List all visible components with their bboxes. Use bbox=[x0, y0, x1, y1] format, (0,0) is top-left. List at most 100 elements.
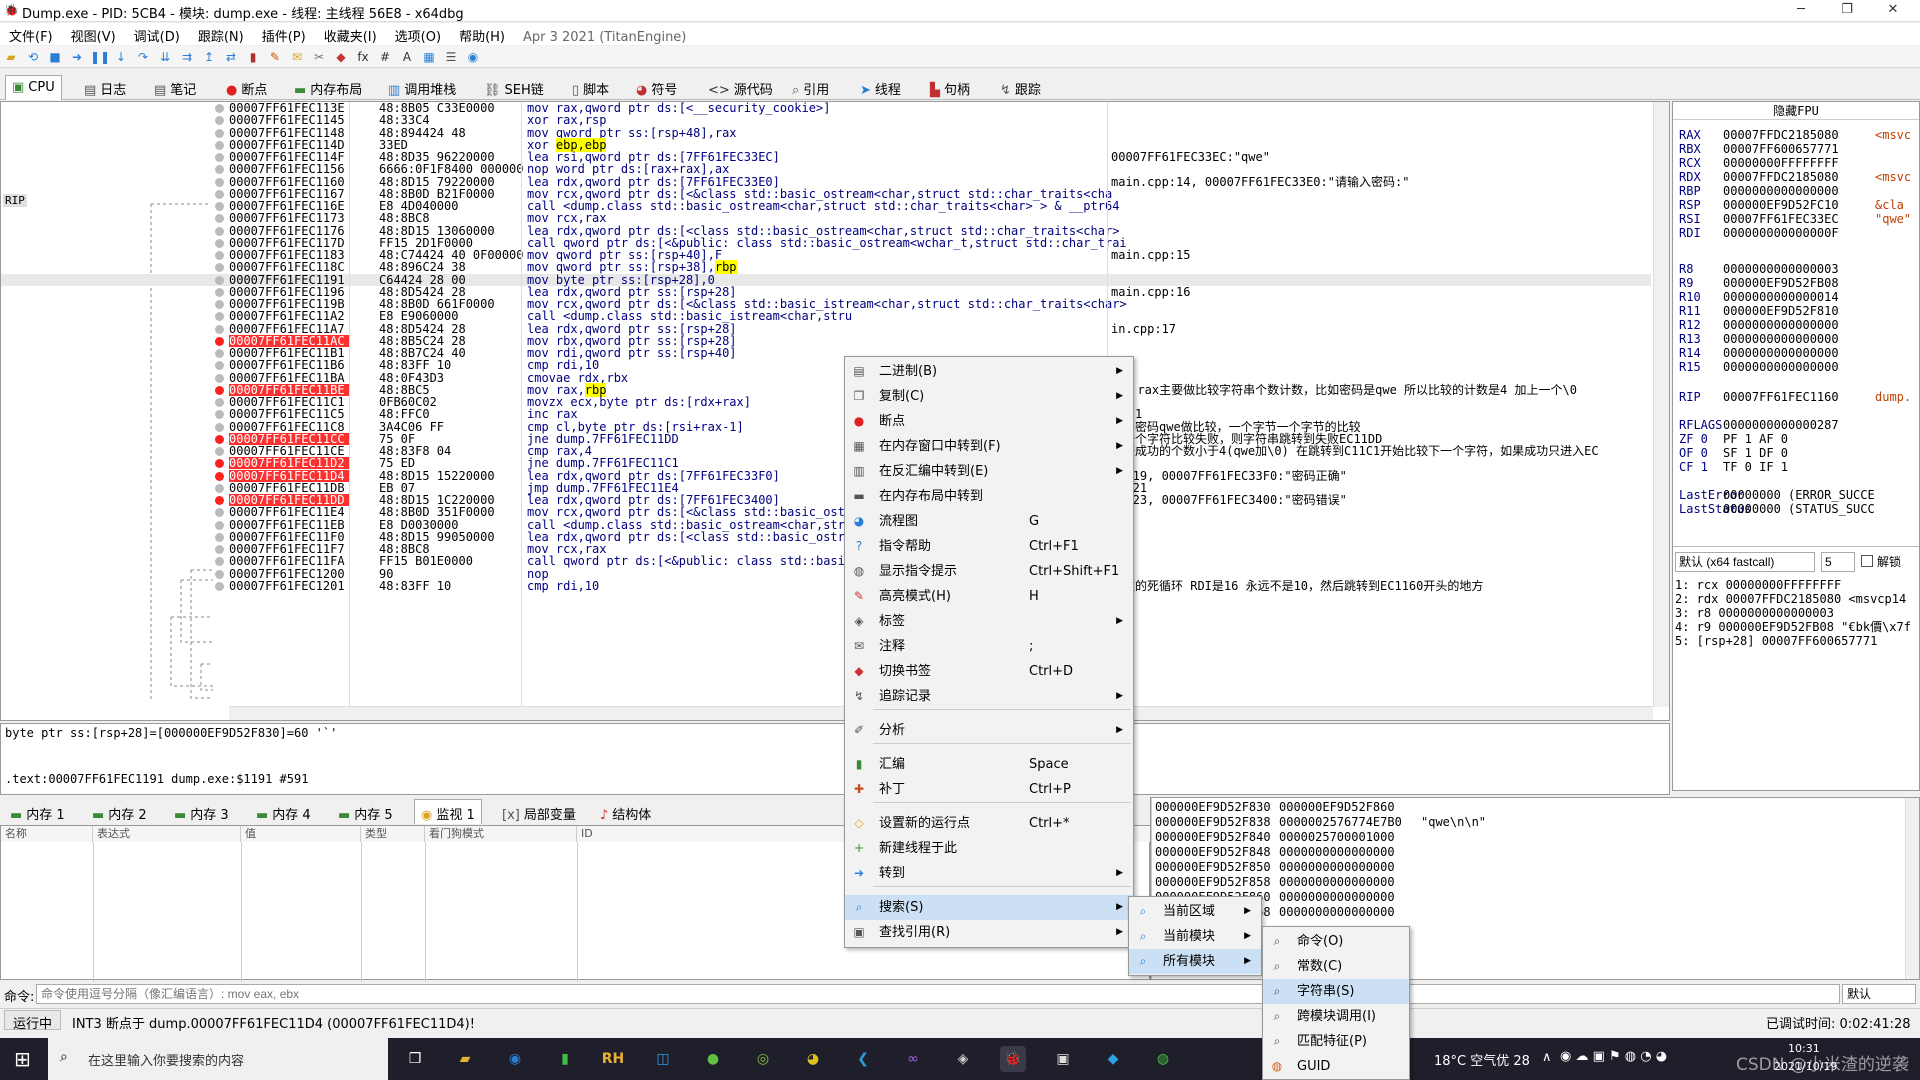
breakpoint-dot[interactable] bbox=[215, 435, 224, 444]
register-row[interactable]: LastStatus00000000 (STATUS_SUCC bbox=[1679, 502, 1875, 516]
stack-row[interactable]: 000000EF9D52F8680000000000000000 bbox=[1151, 905, 1920, 920]
arg-count-stepper[interactable]: 5 bbox=[1821, 552, 1855, 572]
register-row[interactable]: RSP000000EF9D52FC10&cla bbox=[1679, 198, 1839, 212]
register-row[interactable]: R100000000000000014 bbox=[1679, 290, 1839, 304]
search-target-item[interactable]: ⌕命令(O) bbox=[1263, 929, 1409, 954]
close-button[interactable]: ✕ bbox=[1870, 0, 1916, 22]
command-input[interactable] bbox=[36, 984, 1840, 1004]
context-item-highlight[interactable]: ✎高亮模式(H)H bbox=[845, 584, 1133, 609]
task-view-icon[interactable]: ❒ bbox=[402, 1046, 428, 1072]
disasm-row[interactable]: 00007FF61FEC11D275 EDjne dump.7FF61FEC11… bbox=[1, 457, 1651, 469]
search-target-item[interactable]: ⌕字符串(S) bbox=[1263, 979, 1409, 1004]
search-scope-item[interactable]: ⌕当前区域▶ bbox=[1129, 899, 1261, 924]
search-target-item[interactable]: ⌕匹配特征(P) bbox=[1263, 1029, 1409, 1054]
context-item-new-thread[interactable]: +新建线程于此 bbox=[845, 836, 1133, 861]
breakpoint-dot[interactable] bbox=[215, 227, 224, 236]
context-item-disasm[interactable]: ▥在反汇编中转到(E)▶ bbox=[845, 459, 1133, 484]
tab-trace[interactable]: ↯跟踪 bbox=[1000, 77, 1041, 99]
col-type[interactable]: 类型 bbox=[361, 826, 425, 842]
breakpoint-dot[interactable] bbox=[215, 239, 224, 248]
tab-notes[interactable]: ▤笔记 bbox=[154, 77, 196, 99]
argument-row[interactable]: 1: rcx 00000000FFFFFFFF bbox=[1675, 578, 1841, 592]
breakpoint-dot[interactable] bbox=[215, 325, 224, 334]
breakpoint-dot[interactable] bbox=[215, 398, 224, 407]
breakpoint-dot[interactable] bbox=[215, 190, 224, 199]
breakpoint-dot[interactable] bbox=[215, 472, 224, 481]
web-icon[interactable]: ◉ bbox=[464, 49, 482, 65]
minimize-button[interactable]: ─ bbox=[1778, 0, 1824, 22]
search-target-item[interactable]: ⌕常数(C) bbox=[1263, 954, 1409, 979]
disasm-row[interactable]: 00007FF61FEC11A2E8 E9060000call <dump.cl… bbox=[1, 310, 1651, 322]
breakpoint-dot[interactable] bbox=[215, 337, 224, 346]
disasm-row[interactable]: 00007FF61FEC117648:8D15 13060000lea rdx,… bbox=[1, 225, 1651, 237]
register-row[interactable]: RDI000000000000000F bbox=[1679, 226, 1839, 240]
breakpoint-dot[interactable] bbox=[215, 423, 224, 432]
disasm-row[interactable]: 00007FF61FEC11D448:8D15 15220000lea rdx,… bbox=[1, 470, 1651, 482]
context-item-breakpoint[interactable]: ●断点▶ bbox=[845, 409, 1133, 434]
menu-plugins[interactable]: 插件(P) bbox=[253, 23, 315, 45]
context-item-copy[interactable]: ❐复制(C)▶ bbox=[845, 384, 1133, 409]
menu-trace[interactable]: 跟踪(N) bbox=[189, 23, 253, 45]
stack-row[interactable]: 000000EF9D52F8600000000000000000 bbox=[1151, 890, 1920, 905]
breakpoint-dot[interactable] bbox=[215, 300, 224, 309]
menu-file[interactable]: 文件(F) bbox=[0, 23, 62, 45]
stop-icon[interactable]: ■ bbox=[46, 49, 64, 65]
disasm-row[interactable]: 00007FF61FEC120148:83FF 10cmp rdi,10器做的死… bbox=[1, 580, 1651, 592]
maps-icon[interactable]: ◉ bbox=[502, 1046, 528, 1072]
context-item-find-ref[interactable]: ▣查找引用(R)▶ bbox=[845, 920, 1133, 945]
breakpoint-dot[interactable] bbox=[215, 533, 224, 542]
context-item-label[interactable]: ◈标签▶ bbox=[845, 609, 1133, 634]
comments-icon[interactable]: ✉ bbox=[288, 49, 306, 65]
register-row[interactable]: RSI00007FF61FEC33EC"qwe" bbox=[1679, 212, 1839, 226]
windows-start-icon[interactable]: ⊞ bbox=[14, 1047, 31, 1071]
breakpoint-dot[interactable] bbox=[215, 153, 224, 162]
visual-studio-icon[interactable]: ∞ bbox=[900, 1046, 926, 1072]
tab-dump-3[interactable]: ▬内存 3 bbox=[174, 802, 229, 824]
register-row[interactable]: OF 0SF 1 DF 0 bbox=[1679, 446, 1788, 460]
breakpoint-dot[interactable] bbox=[215, 349, 224, 358]
register-row[interactable]: R150000000000000000 bbox=[1679, 360, 1839, 374]
breakpoint-dot[interactable] bbox=[215, 410, 224, 419]
maximize-button[interactable]: ❐ bbox=[1824, 0, 1870, 22]
context-item-trace-record[interactable]: ↯追踪记录▶ bbox=[845, 684, 1133, 709]
col-watchdog[interactable]: 看门狗模式 bbox=[425, 826, 577, 842]
breakpoint-dot[interactable] bbox=[215, 202, 224, 211]
menu-debug[interactable]: 调试(D) bbox=[125, 23, 189, 45]
argument-row[interactable]: 5: [rsp+28] 00007FF600657771 bbox=[1675, 634, 1877, 648]
run-to-user-code-icon[interactable]: ⇄ bbox=[222, 49, 240, 65]
stack-row[interactable]: 000000EF9D52F8580000000000000000 bbox=[1151, 875, 1920, 890]
breakpoint-dot[interactable] bbox=[215, 288, 224, 297]
register-row[interactable]: CF 1TF 0 IF 1 bbox=[1679, 460, 1788, 474]
argument-row[interactable]: 4: r9 000000EF9D52FB08 "€bk價\x7f bbox=[1675, 620, 1911, 634]
breakpoint-dot[interactable] bbox=[215, 496, 224, 505]
vertical-scrollbar[interactable] bbox=[1653, 102, 1669, 707]
register-row[interactable]: R80000000000000003 bbox=[1679, 262, 1839, 276]
weather-text[interactable]: 18°C 空气优 28 bbox=[1434, 1050, 1530, 1069]
register-row[interactable]: R120000000000000000 bbox=[1679, 318, 1839, 332]
menu-view[interactable]: 视图(V) bbox=[62, 23, 125, 45]
app-blue-icon[interactable]: ◫ bbox=[650, 1046, 676, 1072]
register-row[interactable]: RCX00000000FFFFFFFF bbox=[1679, 156, 1839, 170]
hide-fpu-toggle[interactable]: 隐藏FPU bbox=[1673, 102, 1919, 120]
breakpoint-dot[interactable] bbox=[215, 263, 224, 272]
execute-till-return-icon[interactable]: ↥ bbox=[200, 49, 218, 65]
col-value[interactable]: 值 bbox=[241, 826, 361, 842]
tab-handles[interactable]: ▙句柄 bbox=[930, 77, 970, 99]
context-item-hint[interactable]: ◍显示指令提示Ctrl+Shift+F1 bbox=[845, 559, 1133, 584]
context-item-analysis[interactable]: ✐分析▶ bbox=[845, 718, 1133, 743]
restart-icon[interactable]: ⟲ bbox=[24, 49, 42, 65]
calculator-icon[interactable]: ▦ bbox=[420, 49, 438, 65]
breakpoint-dot[interactable] bbox=[215, 251, 224, 260]
tab-dump-4[interactable]: ▬内存 4 bbox=[256, 802, 311, 824]
breakpoint-dot[interactable] bbox=[215, 582, 224, 591]
context-item-bookmark[interactable]: ◆切换书签Ctrl+D bbox=[845, 659, 1133, 684]
breakpoint-dot[interactable] bbox=[215, 386, 224, 395]
context-item-goto[interactable]: ➜转到▶ bbox=[845, 861, 1133, 886]
breakpoint-dot[interactable] bbox=[215, 361, 224, 370]
x64dbg-taskbar-icon[interactable]: 🐞 bbox=[1000, 1046, 1026, 1072]
tab-watch-1[interactable]: ◉监视 1 bbox=[414, 799, 482, 824]
register-row[interactable]: RIP00007FF61FEC1160dump. bbox=[1679, 390, 1839, 404]
search-scope-item[interactable]: ⌕所有模块▶ bbox=[1129, 949, 1261, 974]
tab-seh[interactable]: ⛓SEH链 bbox=[484, 77, 544, 99]
pause-icon[interactable]: ❚❚ bbox=[90, 49, 108, 65]
